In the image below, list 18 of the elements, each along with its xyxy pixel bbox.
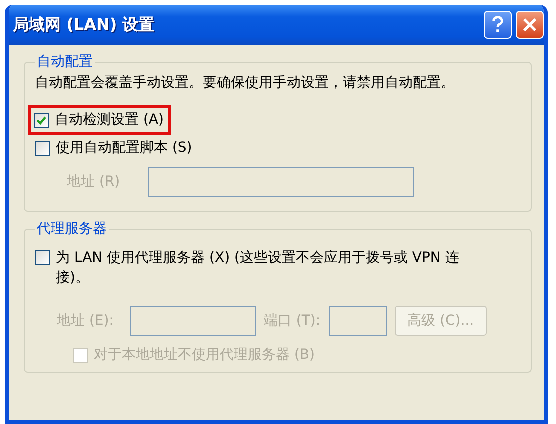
checkbox-label[interactable]: 使用自动配置脚本 (S) <box>56 139 192 157</box>
address-label: 地址 (E): <box>57 312 114 330</box>
address-field[interactable] <box>130 306 256 336</box>
checkbox-label[interactable]: 为 LAN 使用代理服务器 (X) (这些设置不会应用于拨号或 VPN 连接)。 <box>56 248 491 288</box>
checkbox[interactable] <box>35 250 50 265</box>
help-icon[interactable] <box>484 11 512 39</box>
address-field[interactable] <box>148 167 414 197</box>
description-text: 自动配置会覆盖手动设置。要确保使用手动设置，请禁用自动配置。 <box>35 74 456 93</box>
port-label: 端口 (T): <box>264 312 321 330</box>
checkbox[interactable] <box>34 113 49 128</box>
port-field[interactable] <box>328 306 387 336</box>
checkbox[interactable] <box>35 141 50 156</box>
window-title: 局域网 (LAN) 设置 <box>13 14 156 36</box>
checkbox-label[interactable]: 自动检测设置 (A) <box>55 111 164 129</box>
close-icon[interactable] <box>516 11 544 39</box>
address-label: 地址 (R) <box>67 173 120 191</box>
group-title: 自动配置 <box>36 53 94 71</box>
group-title: 代理服务器 <box>36 220 108 238</box>
